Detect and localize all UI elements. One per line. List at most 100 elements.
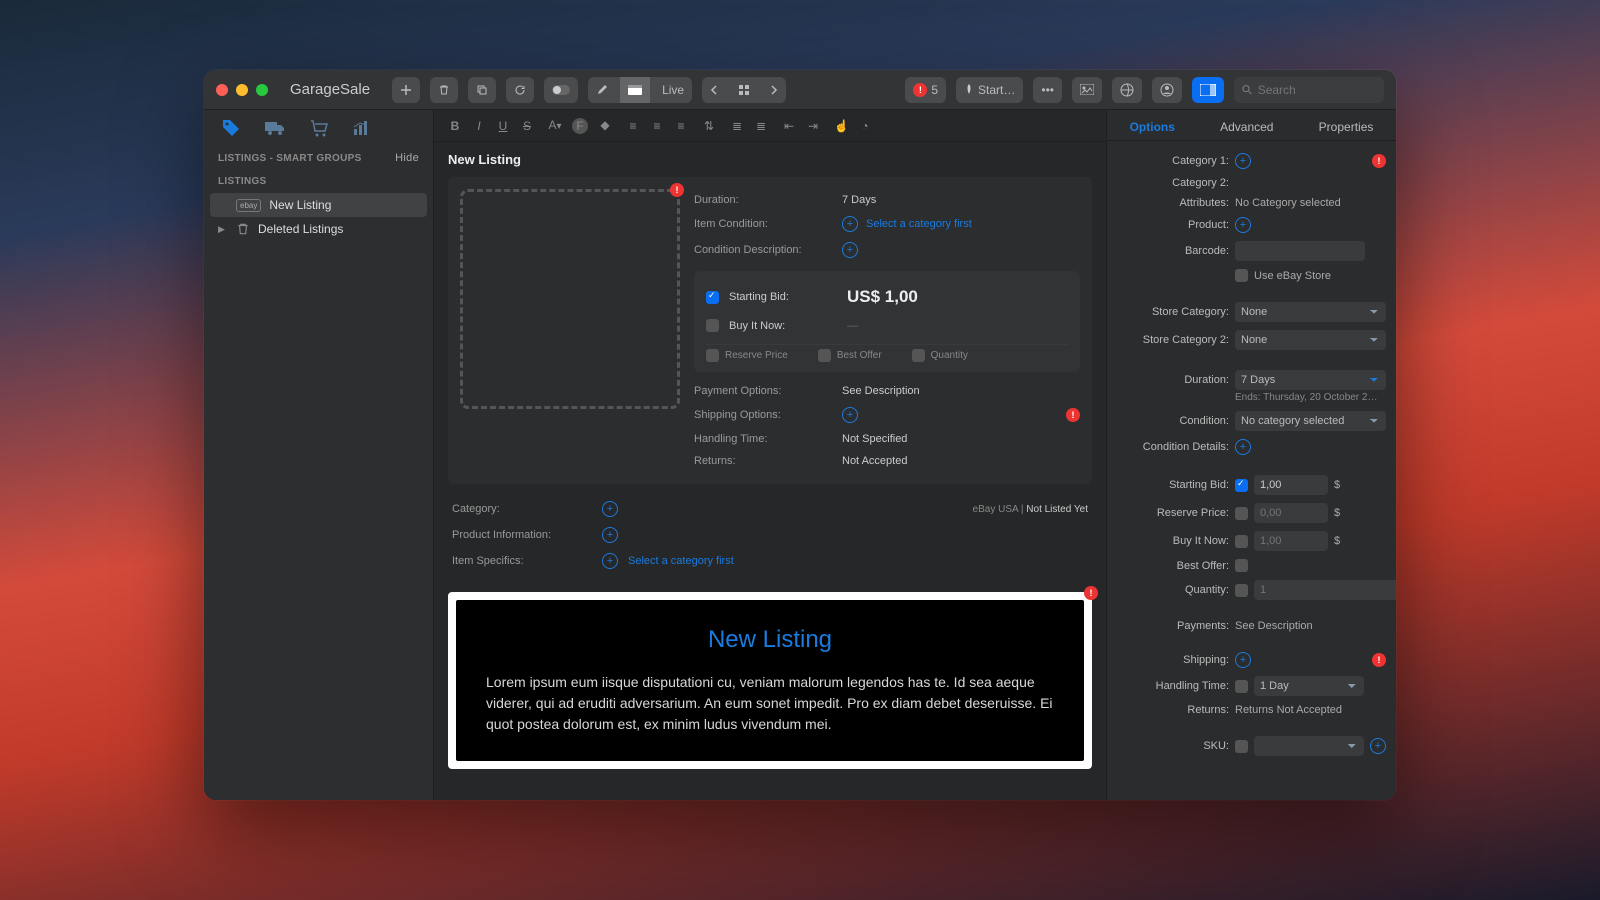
insp-best-offer-checkbox[interactable]: [1235, 559, 1248, 572]
add-condition-details-button[interactable]: +: [1235, 439, 1251, 455]
starting-bid-input[interactable]: [1254, 475, 1328, 495]
font-size-button[interactable]: A▾: [548, 118, 562, 134]
align-right-button[interactable]: ≡: [674, 119, 688, 133]
error-badge-icon[interactable]: !: [670, 183, 684, 197]
store-cat-select[interactable]: None: [1235, 302, 1386, 322]
pointer-button[interactable]: ☝: [834, 119, 848, 133]
live-mode[interactable]: Live: [654, 77, 692, 103]
condition-select[interactable]: No category selected: [1235, 411, 1386, 431]
insp-bin-checkbox[interactable]: [1235, 535, 1248, 548]
sku-select[interactable]: [1254, 736, 1364, 756]
italic-button[interactable]: I: [472, 119, 486, 133]
reserve-price-checkbox[interactable]: [706, 349, 719, 362]
quantity-stepper[interactable]: ▲▼: [1254, 580, 1328, 600]
tag-icon[interactable]: [220, 117, 242, 139]
editor-scroll[interactable]: ! Duration:7 Days Item Condition:+Select…: [434, 177, 1106, 800]
store-cat2-select[interactable]: None: [1235, 330, 1386, 350]
alerts-button[interactable]: ! 5: [905, 77, 946, 103]
add-condition-desc-button[interactable]: +: [842, 242, 858, 258]
cart-icon[interactable]: [308, 118, 330, 138]
globe-button[interactable]: [1112, 77, 1142, 103]
list-ordered-button[interactable]: ≣: [730, 119, 744, 133]
insp-reserve-checkbox[interactable]: [1235, 507, 1248, 520]
close-window[interactable]: [216, 84, 228, 96]
nav-back[interactable]: [702, 77, 726, 103]
duration-select[interactable]: 7 Days: [1235, 370, 1386, 390]
insp-quantity-checkbox[interactable]: [1235, 584, 1248, 597]
nav-segment[interactable]: [702, 77, 786, 103]
reserve-price-input[interactable]: [1254, 503, 1328, 523]
delete-button[interactable]: [430, 77, 458, 103]
add-product-info-button[interactable]: +: [602, 527, 618, 543]
report-icon[interactable]: [352, 119, 372, 137]
image-dropzone[interactable]: [460, 189, 680, 409]
list-unordered-button[interactable]: ≣: [754, 119, 768, 133]
description-preview[interactable]: New Listing Lorem ipsum eum iisque dispu…: [456, 600, 1084, 761]
starting-bid-value[interactable]: US$ 1,00: [847, 287, 918, 307]
search-input[interactable]: [1258, 83, 1376, 97]
edit-mode[interactable]: [588, 77, 616, 103]
duplicate-button[interactable]: [468, 77, 496, 103]
align-left-button[interactable]: ≡: [626, 119, 640, 133]
add-category-button[interactable]: +: [602, 501, 618, 517]
insp-starting-bid-checkbox[interactable]: [1235, 479, 1248, 492]
nav-forward[interactable]: [762, 77, 786, 103]
tab-advanced[interactable]: Advanced: [1220, 120, 1273, 134]
strike-button[interactable]: S: [520, 119, 534, 133]
add-shipping-button[interactable]: +: [842, 407, 858, 423]
underline-button[interactable]: U: [496, 119, 510, 133]
listing-title[interactable]: New Listing: [434, 142, 1106, 177]
more-button[interactable]: •••: [1033, 77, 1062, 103]
shipping-error-icon[interactable]: !: [1066, 408, 1080, 422]
indent-button[interactable]: ⇥: [806, 119, 820, 133]
add-product-button[interactable]: +: [1235, 217, 1251, 233]
search-field[interactable]: [1234, 77, 1384, 103]
handling-select[interactable]: 1 Day: [1254, 676, 1364, 696]
condition-link[interactable]: Select a category first: [866, 218, 972, 230]
new-listing-button[interactable]: [392, 77, 420, 103]
mode-segment[interactable]: Live: [588, 77, 692, 103]
item-specifics-link[interactable]: Select a category first: [628, 555, 734, 567]
color-button[interactable]: ◆: [598, 118, 612, 134]
image-button[interactable]: [1072, 77, 1102, 103]
insp-shipping-error-icon[interactable]: !: [1372, 653, 1386, 667]
quantity-checkbox[interactable]: [912, 349, 925, 362]
add-condition-button[interactable]: +: [842, 216, 858, 232]
tab-properties[interactable]: Properties: [1319, 120, 1374, 134]
buy-it-now-checkbox[interactable]: [706, 319, 719, 332]
clock-button[interactable]: ◔: [858, 119, 872, 133]
preview-error-icon[interactable]: !: [1084, 586, 1098, 600]
sidebar-item-new-listing[interactable]: ebay New Listing: [210, 193, 427, 217]
add-item-specifics-button[interactable]: +: [602, 553, 618, 569]
account-button[interactable]: [1152, 77, 1182, 103]
outdent-button[interactable]: ⇤: [782, 119, 796, 133]
zoom-window[interactable]: [256, 84, 268, 96]
insp-add-shipping-button[interactable]: +: [1235, 652, 1251, 668]
starting-bid-checkbox[interactable]: [706, 291, 719, 304]
barcode-input[interactable]: [1235, 241, 1365, 261]
tab-options[interactable]: Options: [1130, 120, 1175, 134]
refresh-button[interactable]: [506, 77, 534, 103]
font-family-button[interactable]: F: [572, 118, 588, 134]
bin-input[interactable]: [1254, 531, 1328, 551]
bold-button[interactable]: B: [448, 119, 462, 133]
insp-handling-checkbox[interactable]: [1235, 680, 1248, 693]
sidebar-item-deleted[interactable]: ▶ Deleted Listings: [204, 217, 433, 241]
use-store-checkbox[interactable]: [1235, 269, 1248, 282]
preview-mode[interactable]: [620, 77, 650, 103]
category1-error-icon[interactable]: !: [1372, 154, 1386, 168]
minimize-window[interactable]: [236, 84, 248, 96]
best-offer-checkbox[interactable]: [818, 349, 831, 362]
hide-button[interactable]: Hide: [395, 152, 419, 164]
inspector-toggle[interactable]: [1192, 77, 1224, 103]
line-height-button[interactable]: ⇅: [702, 119, 716, 133]
disclosure-icon[interactable]: ▶: [218, 224, 228, 235]
align-center-button[interactable]: ≡: [650, 119, 664, 133]
insp-sku-checkbox[interactable]: [1235, 740, 1248, 753]
start-button[interactable]: Start…: [956, 77, 1023, 103]
quantity-input[interactable]: [1254, 580, 1396, 600]
add-category1-button[interactable]: +: [1235, 153, 1251, 169]
add-sku-button[interactable]: +: [1370, 738, 1386, 754]
toggle-button[interactable]: [544, 77, 578, 103]
truck-icon[interactable]: [264, 119, 286, 137]
